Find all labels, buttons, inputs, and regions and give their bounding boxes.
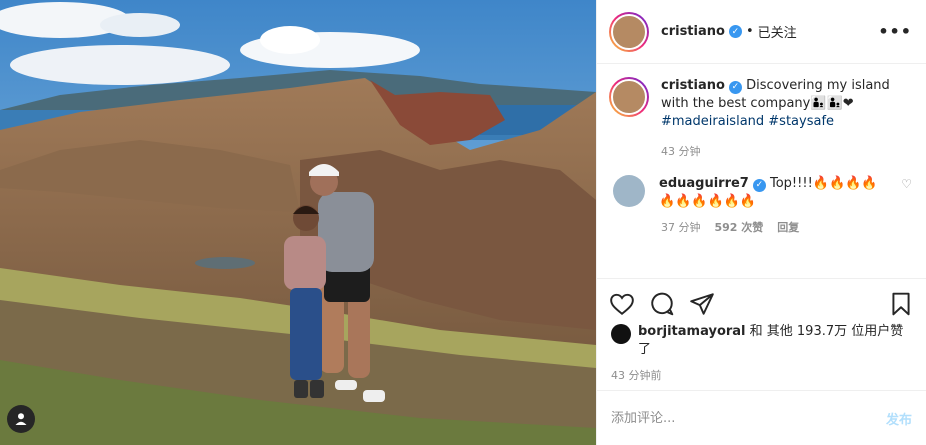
post-timestamp[interactable]: 43 分钟前 [611,367,662,383]
verified-badge-icon: ✓ [728,25,742,38]
liker-username[interactable]: borjitamayoral [638,324,746,339]
save-bookmark-icon[interactable] [888,291,914,317]
post-side-panel: cristiano ✓ • 已关注 ••• cristiano ✓ Discove… [596,0,926,445]
add-comment-input[interactable] [611,410,886,426]
verified-badge-icon: ✓ [752,178,766,192]
post-header: cristiano ✓ • 已关注 ••• [597,0,926,64]
tagged-users-button[interactable] [7,405,35,433]
more-options-icon[interactable]: ••• [878,22,912,41]
person-icon [15,413,27,425]
author-avatar[interactable] [609,11,649,52]
comment-row: eduaguirre7 ✓ Top!!!!🔥🔥🔥🔥🔥🔥🔥🔥🔥🔥 ♡ [609,175,912,211]
share-paper-plane-icon[interactable] [689,291,715,317]
verified-badge-icon: ✓ [728,80,742,94]
caption-time[interactable]: 43 分钟 [661,143,912,159]
comment-like-heart-icon[interactable]: ♡ [901,177,912,191]
follow-button[interactable]: 已关注 [758,22,797,41]
comment-likes-count[interactable]: 592 次赞 [715,219,764,235]
liker-avatar[interactable] [611,324,631,344]
post-photo[interactable] [0,0,596,445]
comments-list: cristiano ✓ Discovering my island with th… [597,65,926,279]
comment-composer: 发布 [597,390,926,445]
author-username[interactable]: cristiano [661,24,725,39]
comment-time[interactable]: 37 分钟 [661,219,701,235]
likes-summary: borjitamayoral 和 其他 193.7万 位用户赞了 [611,323,912,359]
comment-text: eduaguirre7 ✓ Top!!!!🔥🔥🔥🔥🔥🔥🔥🔥🔥🔥 [659,175,889,211]
commenter-username[interactable]: eduaguirre7 [659,176,749,191]
like-heart-icon[interactable] [609,291,635,317]
comment-meta: 37 分钟 592 次赞 回复 [661,219,912,235]
separator-dot: • [745,24,754,39]
avatar-image [611,79,647,115]
comment-bubble-icon[interactable] [649,291,675,317]
caption-hashtags[interactable]: #madeiraisland #staysafe [661,114,834,129]
avatar-image [611,13,647,50]
commenter-avatar[interactable] [613,175,645,207]
caption-row: cristiano ✓ Discovering my island with th… [609,77,912,131]
action-bar [609,288,914,320]
caption-avatar[interactable] [609,77,649,117]
post-comment-button[interactable]: 发布 [886,409,912,428]
caption-username[interactable]: cristiano [661,78,725,93]
reply-button[interactable]: 回复 [777,219,799,235]
post-image [0,0,596,445]
caption-text: cristiano ✓ Discovering my island with th… [661,77,911,131]
likes-text: borjitamayoral 和 其他 193.7万 位用户赞了 [638,323,912,359]
